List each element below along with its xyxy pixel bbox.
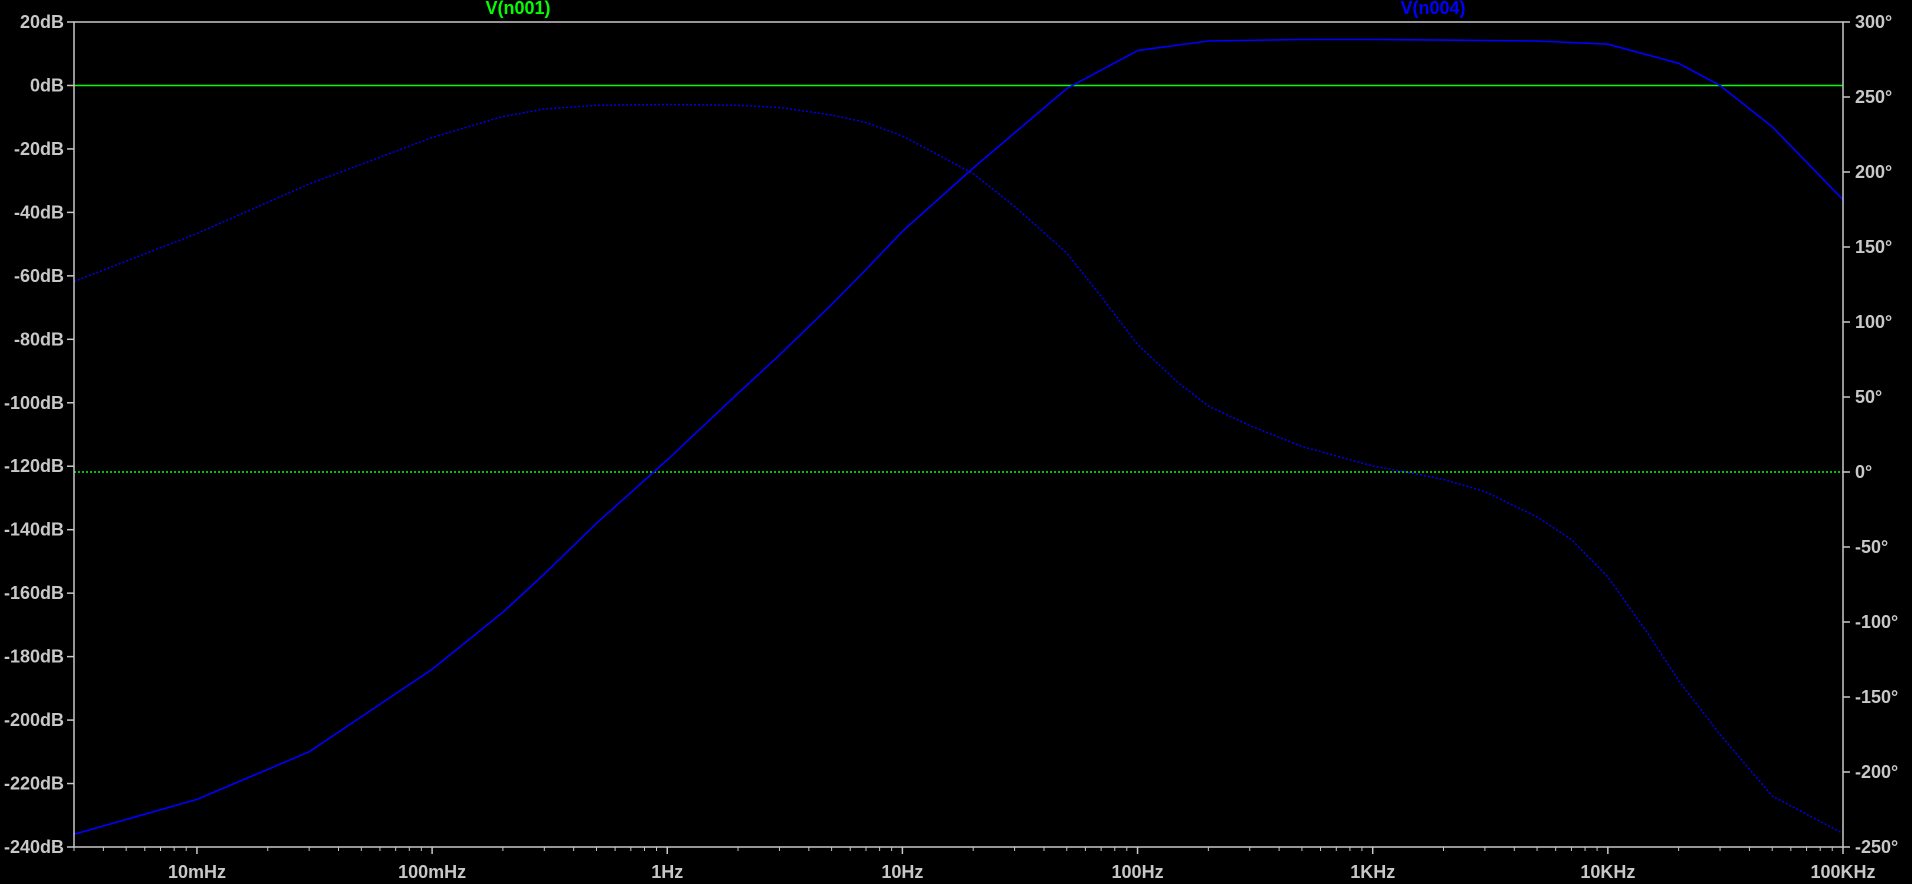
- y-right-tick-label: 200°: [1855, 162, 1892, 182]
- y-left-tick-label: -60dB: [14, 266, 64, 286]
- y-right-tick-label: 0°: [1855, 462, 1872, 482]
- y-right-tick-label: 100°: [1855, 312, 1892, 332]
- y-right-tick-label: -150°: [1855, 687, 1898, 707]
- x-tick-label: 100KHz: [1810, 862, 1875, 882]
- y-left-tick-label: 0dB: [30, 75, 64, 95]
- y-left-tick-label: -40dB: [14, 202, 64, 222]
- series-title: V(n001): [485, 0, 550, 18]
- series-title: V(n004): [1400, 0, 1465, 18]
- x-tick-label: 10mHz: [168, 862, 226, 882]
- y-right-tick-label: -100°: [1855, 612, 1898, 632]
- y-right-tick-label: 150°: [1855, 237, 1892, 257]
- y-left-tick-label: -160dB: [4, 583, 64, 603]
- x-tick-label: 1KHz: [1350, 862, 1395, 882]
- y-left-tick-label: -180dB: [4, 647, 64, 667]
- y-left-tick-label: -80dB: [14, 329, 64, 349]
- bode-plot: 20dB 0dB -20dB -40dB -60dB -80dB -100dB -120dB -…: [0, 0, 1912, 884]
- y-left-tick-label: -20dB: [14, 139, 64, 159]
- x-tick-label: 10KHz: [1580, 862, 1635, 882]
- y-left-tick-label: -220dB: [4, 774, 64, 794]
- y-left-tick-label: -120dB: [4, 456, 64, 476]
- y-right-tick-label: 50°: [1855, 387, 1882, 407]
- x-tick-label: 10Hz: [881, 862, 923, 882]
- y-right-tick-label: 250°: [1855, 87, 1892, 107]
- x-tick-label: 100Hz: [1112, 862, 1164, 882]
- y-right-tick-label: -250°: [1855, 837, 1898, 857]
- y-left-tick-label: 20dB: [20, 12, 64, 32]
- y-left-tick-label: -240dB: [4, 837, 64, 857]
- y-right-tick-label: 300°: [1855, 12, 1892, 32]
- x-tick-label: 1Hz: [651, 862, 683, 882]
- plot-background: [0, 0, 1912, 884]
- x-tick-label: 100mHz: [398, 862, 466, 882]
- y-left-tick-label: -140dB: [4, 520, 64, 540]
- y-right-tick-label: -200°: [1855, 762, 1898, 782]
- y-right-tick-label: -50°: [1855, 537, 1888, 557]
- y-left-tick-label: -100dB: [4, 393, 64, 413]
- y-left-tick-label: -200dB: [4, 710, 64, 730]
